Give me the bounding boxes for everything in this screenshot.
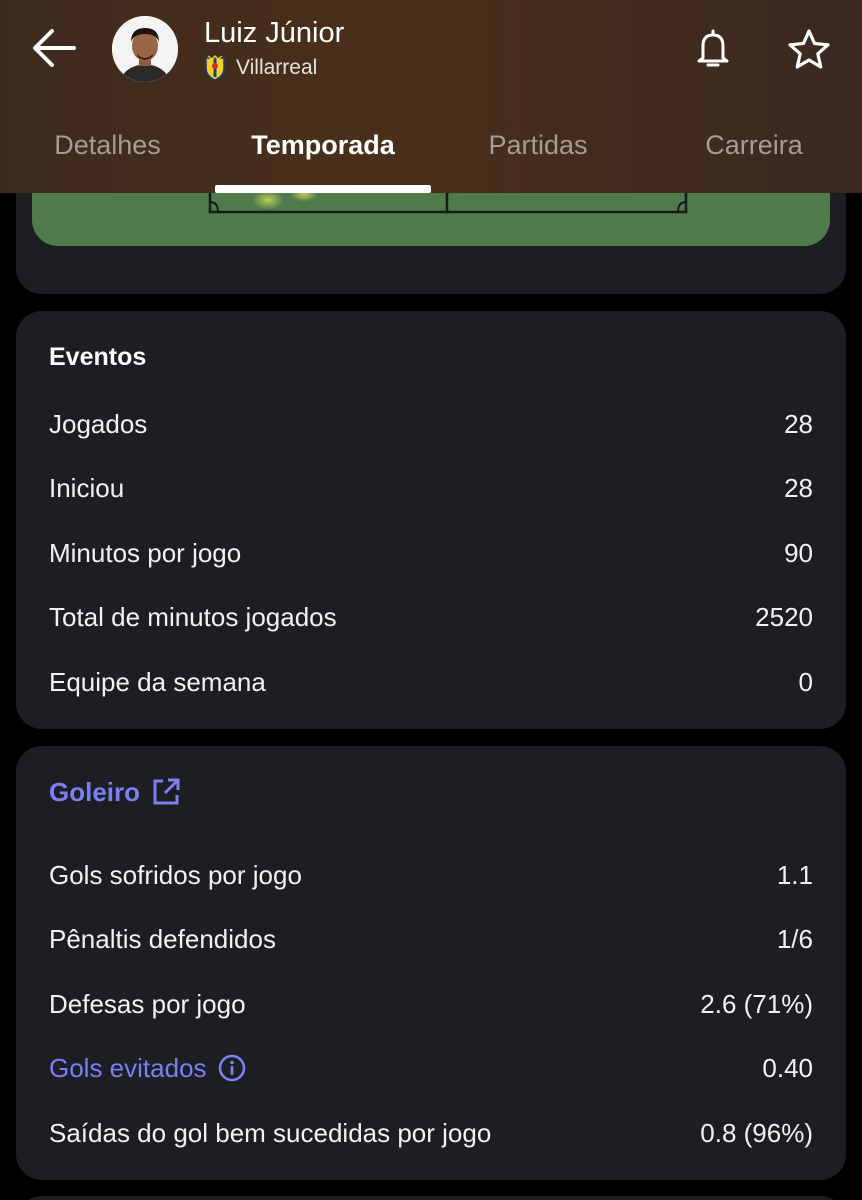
- favorite-button[interactable]: [786, 26, 832, 72]
- tab-carreira[interactable]: Carreira: [680, 110, 828, 193]
- stat-label: Gols sofridos por jogo: [49, 859, 302, 890]
- stat-row-penaltis-defendidos: Pênaltis defendidos 1/6: [49, 919, 813, 959]
- stat-value: 0: [798, 666, 813, 697]
- stat-row-gols-evitados: Gols evitados 0.40: [49, 1048, 813, 1088]
- bell-icon: [696, 28, 730, 70]
- external-link-icon: [150, 776, 182, 808]
- player-season-screen: Eventos Jogados 28 Iniciou 28 Minutos po…: [0, 0, 862, 1200]
- header-top-row: Luiz Júnior Villarreal: [0, 0, 862, 110]
- stat-label: Total de minutos jogados: [49, 601, 337, 632]
- stat-row-total-minutos: Total de minutos jogados 2520: [49, 597, 813, 637]
- player-header: Luiz Júnior Villarreal Detalhes Temporad…: [0, 0, 862, 193]
- player-photo: [112, 16, 178, 82]
- stat-row-saidas-do-gol: Saídas do gol bem sucedidas por jogo 0.8…: [49, 1113, 813, 1153]
- active-tab-indicator: [215, 185, 431, 193]
- stat-value: 1/6: [776, 923, 813, 954]
- goleiro-title: Goleiro: [49, 776, 141, 807]
- goleiro-link[interactable]: Goleiro: [49, 776, 182, 808]
- stat-label: Equipe da semana: [49, 666, 266, 697]
- club-name: Villarreal: [236, 56, 318, 79]
- info-icon: [217, 1053, 247, 1083]
- stat-label: Defesas por jogo: [49, 988, 246, 1019]
- stat-label: Jogados: [49, 408, 148, 439]
- stat-value: 2.6 (71%): [700, 988, 813, 1019]
- stat-value: 28: [784, 472, 813, 503]
- stat-label: Gols evitados: [49, 1052, 207, 1083]
- stat-label: Minutos por jogo: [49, 537, 242, 568]
- stat-value: 90: [784, 537, 813, 568]
- tab-partidas[interactable]: Partidas: [463, 110, 613, 193]
- notification-button[interactable]: [692, 24, 734, 74]
- stat-row-gols-sofridos: Gols sofridos por jogo 1.1: [49, 855, 813, 895]
- stat-row-defesas-por-jogo: Defesas por jogo 2.6 (71%): [49, 984, 813, 1024]
- stat-row-minutos-por-jogo: Minutos por jogo 90: [49, 533, 813, 573]
- tab-detalhes[interactable]: Detalhes: [30, 110, 185, 193]
- stat-label: Saídas do gol bem sucedidas por jogo: [49, 1117, 492, 1148]
- club-crest-icon: [204, 55, 226, 81]
- next-card: [16, 1196, 846, 1200]
- stat-label: Pênaltis defendidos: [49, 923, 276, 954]
- tab-bar: Detalhes Temporada Partidas Carreira: [0, 110, 862, 193]
- gols-evitados-link[interactable]: Gols evitados: [49, 1053, 247, 1084]
- arrow-left-icon: [30, 28, 76, 68]
- stat-label: Iniciou: [49, 472, 125, 503]
- stat-value: 0.40: [762, 1052, 813, 1083]
- goleiro-card: Goleiro Gols sofridos por jogo 1.1 Pênal…: [16, 746, 846, 1180]
- eventos-title: Eventos: [49, 343, 147, 371]
- stat-value: 2520: [755, 601, 813, 632]
- stat-row-iniciou: Iniciou 28: [49, 468, 813, 508]
- eventos-card: Eventos Jogados 28 Iniciou 28 Minutos po…: [16, 311, 846, 729]
- star-icon: [787, 28, 831, 70]
- player-name: Luiz Júnior: [204, 17, 345, 49]
- stat-value: 0.8 (96%): [700, 1117, 813, 1148]
- stat-row-jogados: Jogados 28: [49, 404, 813, 444]
- club-row[interactable]: Villarreal: [204, 54, 317, 82]
- tab-temporada[interactable]: Temporada: [215, 110, 431, 193]
- stat-value: 1.1: [776, 859, 813, 890]
- back-button[interactable]: [28, 26, 78, 70]
- stat-value: 28: [784, 408, 813, 439]
- heat-spot: [252, 190, 284, 210]
- avatar: [112, 16, 178, 82]
- stat-row-equipe-da-semana: Equipe da semana 0: [49, 662, 813, 702]
